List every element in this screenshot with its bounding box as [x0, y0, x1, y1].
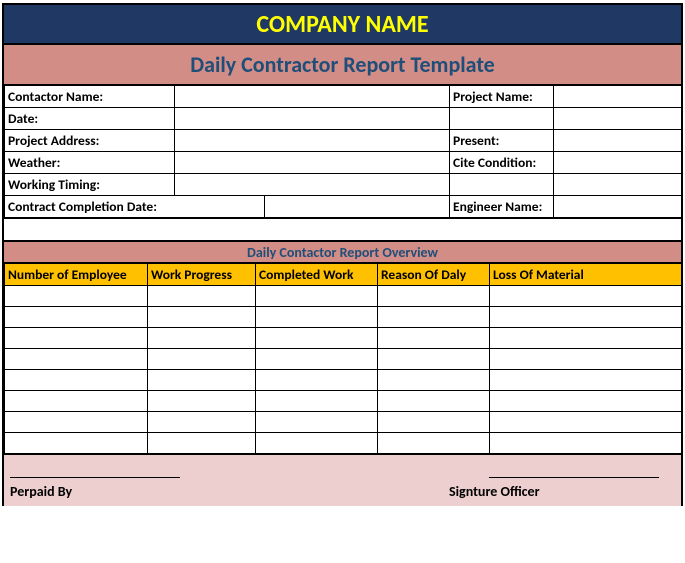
cell[interactable] — [148, 328, 256, 349]
cell[interactable] — [378, 391, 490, 412]
value-contactor-name[interactable] — [175, 86, 450, 108]
cell[interactable] — [256, 286, 378, 307]
cell[interactable] — [378, 328, 490, 349]
cell[interactable] — [148, 307, 256, 328]
label-weather: Weather: — [5, 152, 175, 174]
cell[interactable] — [490, 286, 682, 307]
cell[interactable] — [5, 307, 148, 328]
value-weather[interactable] — [175, 152, 450, 174]
cell[interactable] — [5, 328, 148, 349]
report-title: Daily Contractor Report Template — [4, 45, 681, 85]
cell[interactable] — [148, 412, 256, 433]
col-employee: Number of Employee — [5, 264, 148, 286]
cell[interactable] — [5, 391, 148, 412]
label-blank-2 — [450, 174, 554, 196]
value-engineer-name[interactable] — [554, 196, 682, 218]
label-working-timing: Working Timing: — [5, 174, 175, 196]
cell[interactable] — [5, 433, 148, 454]
cell[interactable] — [148, 349, 256, 370]
signature-label-prepaid: Perpaid By — [10, 483, 72, 500]
cell[interactable] — [490, 412, 682, 433]
cell[interactable] — [256, 412, 378, 433]
label-project-address: Project Address: — [5, 130, 175, 152]
cell[interactable] — [5, 370, 148, 391]
label-contract-completion: Contract Completion Date: — [5, 196, 265, 218]
cell[interactable] — [490, 433, 682, 454]
cell[interactable] — [378, 370, 490, 391]
value-date[interactable] — [175, 108, 450, 130]
cell[interactable] — [378, 412, 490, 433]
cell[interactable] — [5, 349, 148, 370]
col-completed: Completed Work — [256, 264, 378, 286]
col-reason: Reason Of Daly — [378, 264, 490, 286]
overview-table: Number of Employee Work Progress Complet… — [4, 263, 682, 454]
cell[interactable] — [148, 286, 256, 307]
cell[interactable] — [490, 328, 682, 349]
cell[interactable] — [378, 307, 490, 328]
cell[interactable] — [256, 328, 378, 349]
cell[interactable] — [378, 433, 490, 454]
label-project-name: Project Name: — [450, 86, 554, 108]
label-engineer-name: Engineer Name: — [450, 196, 554, 218]
cell[interactable] — [256, 433, 378, 454]
signature-block: Perpaid By Signture Officer — [4, 454, 681, 506]
cell[interactable] — [378, 286, 490, 307]
value-working-timing[interactable] — [175, 174, 450, 196]
cell[interactable] — [490, 391, 682, 412]
cell[interactable] — [490, 307, 682, 328]
cell[interactable] — [378, 349, 490, 370]
value-project-name[interactable] — [554, 86, 682, 108]
col-progress: Work Progress — [148, 264, 256, 286]
signature-label-officer: Signture Officer — [449, 483, 540, 500]
value-blank-2[interactable] — [554, 174, 682, 196]
value-project-address[interactable] — [175, 130, 450, 152]
info-table: Contactor Name: Project Name: Date: Proj… — [4, 85, 682, 218]
overview-header: Daily Contactor Report Overview — [4, 241, 681, 263]
label-blank-1 — [450, 108, 554, 130]
cell[interactable] — [490, 370, 682, 391]
label-contactor-name: Contactor Name: — [5, 86, 175, 108]
cell[interactable] — [148, 433, 256, 454]
cell[interactable] — [5, 412, 148, 433]
company-header: COMPANY NAME — [4, 5, 681, 45]
spacer-row — [4, 218, 681, 241]
value-present[interactable] — [554, 130, 682, 152]
cell[interactable] — [256, 370, 378, 391]
col-loss: Loss Of Material — [490, 264, 682, 286]
cell[interactable] — [256, 349, 378, 370]
label-cite-condition: Cite Condition: — [450, 152, 554, 174]
value-cite-condition[interactable] — [554, 152, 682, 174]
report-template: COMPANY NAME Daily Contractor Report Tem… — [2, 3, 683, 506]
value-blank-1[interactable] — [554, 108, 682, 130]
value-contract-completion[interactable] — [265, 196, 450, 218]
signature-line-left — [10, 477, 180, 478]
cell[interactable] — [256, 391, 378, 412]
cell[interactable] — [490, 349, 682, 370]
cell[interactable] — [148, 391, 256, 412]
cell[interactable] — [256, 307, 378, 328]
signature-line-right — [489, 477, 659, 478]
cell[interactable] — [148, 370, 256, 391]
label-date: Date: — [5, 108, 175, 130]
label-present: Present: — [450, 130, 554, 152]
cell[interactable] — [5, 286, 148, 307]
